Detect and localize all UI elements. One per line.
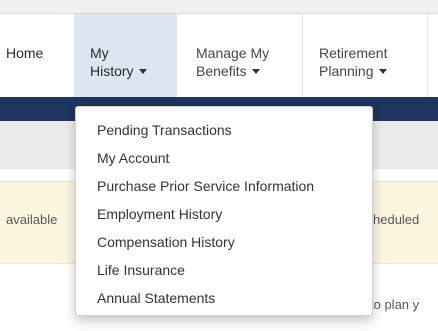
caret-down-icon [251, 68, 260, 74]
menu-item-annual-statements[interactable]: Annual Statements [76, 284, 372, 312]
alert-text-left: available [6, 212, 58, 227]
menu-item-compensation-history[interactable]: Compensation History [76, 228, 372, 256]
nav-divider [427, 14, 428, 97]
menu-item-pending-transactions[interactable]: Pending Transactions [76, 116, 372, 144]
main-nav: Home My History Manage My Benefits Retir… [0, 14, 438, 97]
body-text: to plan y [370, 297, 420, 312]
nav-my-history-label-line1: My [90, 45, 109, 61]
nav-manage-label-line1: Manage My [196, 45, 270, 61]
my-history-dropdown-menu: Pending Transactions My Account Purchase… [75, 106, 373, 316]
caret-down-icon [138, 68, 147, 74]
alert-text-right: heduled [373, 212, 420, 227]
nav-home[interactable]: Home [0, 14, 74, 97]
nav-retirement-label-line2: Planning [319, 63, 374, 79]
menu-item-my-account[interactable]: My Account [76, 144, 372, 172]
nav-retirement-label-line1: Retirement [319, 45, 388, 61]
nav-retirement-planning[interactable]: Retirement Planning [303, 14, 427, 97]
menu-item-life-insurance[interactable]: Life Insurance [76, 256, 372, 284]
nav-home-label: Home [6, 45, 44, 61]
nav-my-history[interactable]: My History [74, 14, 176, 97]
menu-item-purchase-prior-service[interactable]: Purchase Prior Service Information [76, 172, 372, 200]
top-utility-strip [0, 0, 438, 14]
nav-divider [176, 14, 177, 97]
nav-my-history-label-line2: History [90, 63, 134, 79]
nav-manage-benefits[interactable]: Manage My Benefits [176, 14, 302, 97]
caret-down-icon [378, 68, 387, 74]
menu-item-employment-history[interactable]: Employment History [76, 200, 372, 228]
nav-divider [302, 14, 303, 97]
nav-manage-label-line2: Benefits [196, 63, 247, 79]
